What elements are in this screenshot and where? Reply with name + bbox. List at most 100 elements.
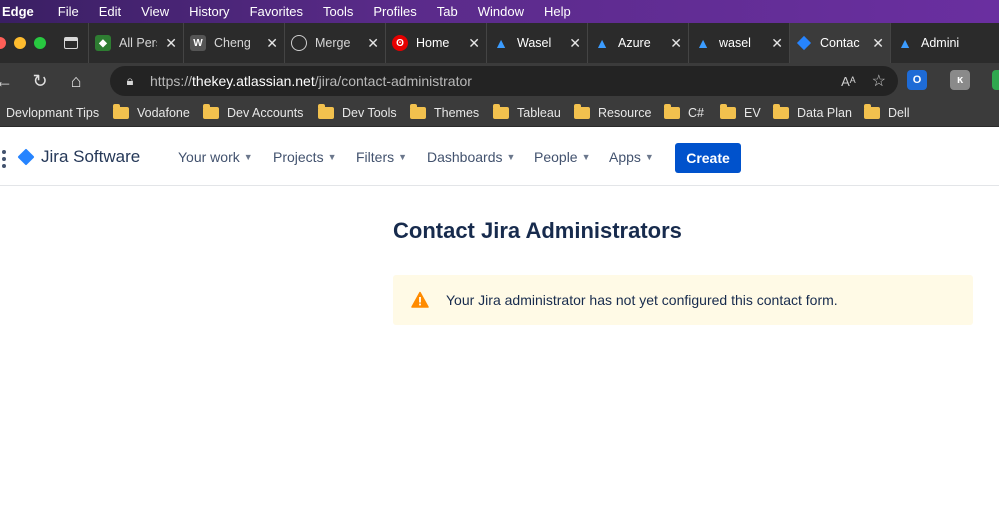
- tab-wasel-2[interactable]: ▲ wasel ✕: [688, 23, 789, 63]
- nav-filters[interactable]: Filters ▼: [356, 149, 407, 165]
- nav-label: Projects: [273, 149, 324, 165]
- menu-tab[interactable]: Tab: [427, 4, 468, 19]
- github-icon: [291, 35, 307, 51]
- folder-icon: [113, 103, 129, 119]
- minimize-window-button[interactable]: [14, 37, 26, 49]
- bookmark-csharp[interactable]: C#: [664, 103, 704, 120]
- tab-wasel[interactable]: ▲ Wasel ✕: [486, 23, 587, 63]
- folder-icon: [318, 103, 334, 119]
- bookmark-label: Dev Tools: [342, 105, 397, 120]
- tab-title: Cheng: [214, 36, 251, 50]
- folder-icon: [720, 103, 736, 119]
- read-aloud-icon[interactable]: Aᴬ: [841, 74, 856, 89]
- menu-window[interactable]: Window: [468, 4, 534, 19]
- menu-history[interactable]: History: [179, 4, 239, 19]
- bookmark-dev-tools[interactable]: Dev Tools: [318, 103, 397, 120]
- warning-banner: Your Jira administrator has not yet conf…: [393, 275, 973, 325]
- bookmark-devlopmant-tips[interactable]: Devlopmant Tips: [6, 106, 99, 120]
- vodafone-icon: ʘ: [392, 35, 408, 51]
- menu-edit[interactable]: Edit: [89, 4, 131, 19]
- back-arrow-icon[interactable]: ←: [0, 63, 22, 99]
- add-favorite-icon[interactable]: ☆: [872, 71, 886, 91]
- tab-title: All Pers: [119, 36, 157, 50]
- bookmark-ev[interactable]: EV: [720, 103, 761, 120]
- create-button[interactable]: Create: [675, 143, 741, 173]
- chevron-down-icon: ▼: [581, 152, 591, 162]
- w-icon: W: [190, 35, 206, 51]
- nav-your-work[interactable]: Your work ▼: [178, 149, 253, 165]
- address-bar-actions: Aᴬ ☆: [841, 66, 886, 96]
- tab-azure[interactable]: ▲ Azure ✕: [587, 23, 688, 63]
- tab-cheng[interactable]: W Cheng ✕: [183, 23, 284, 63]
- tab-all-pers[interactable]: ◆ All Pers ✕: [88, 23, 183, 63]
- tab-admini[interactable]: ▲ Admini: [890, 23, 982, 63]
- nav-apps[interactable]: Apps ▼: [609, 149, 654, 165]
- bookmark-vodafone[interactable]: Vodafone: [113, 103, 190, 120]
- menu-view[interactable]: View: [131, 4, 179, 19]
- azure-icon: ▲: [595, 35, 609, 51]
- close-icon[interactable]: ✕: [872, 35, 884, 52]
- nav-label: Your work: [178, 149, 240, 165]
- bookmark-label: Data Plan: [797, 105, 852, 120]
- bookmark-label: Tableau: [517, 105, 561, 120]
- nav-projects[interactable]: Projects ▼: [273, 149, 337, 165]
- close-window-button[interactable]: [0, 37, 6, 49]
- nav-label: People: [534, 149, 578, 165]
- folder-icon: [574, 103, 590, 119]
- maximize-window-button[interactable]: [34, 37, 46, 49]
- menu-app-edge[interactable]: Edge: [0, 4, 48, 19]
- chevron-down-icon: ▼: [327, 152, 337, 162]
- extension-icon[interactable]: ĸ: [950, 70, 970, 90]
- jira-logo[interactable]: Jira Software: [17, 147, 140, 167]
- tab-title: Contac: [820, 36, 860, 50]
- nav-people[interactable]: People ▼: [534, 149, 591, 165]
- home-icon[interactable]: ⌂: [58, 63, 94, 99]
- close-icon[interactable]: ✕: [367, 35, 379, 52]
- tab-contact-active[interactable]: Contac ✕: [789, 23, 890, 63]
- browser-toolbar: ← ↻ ⌂ 🔒︎ https://thekey.atlassian.net/ji…: [0, 63, 999, 99]
- address-url[interactable]: https://thekey.atlassian.net/jira/contac…: [150, 73, 472, 89]
- close-icon[interactable]: ✕: [165, 35, 177, 52]
- chevron-down-icon: ▼: [398, 152, 408, 162]
- address-bar[interactable]: 🔒︎ https://thekey.atlassian.net/jira/con…: [110, 66, 898, 96]
- azure-icon: ▲: [696, 35, 710, 51]
- close-icon[interactable]: ✕: [468, 35, 480, 52]
- chevron-down-icon: ▼: [243, 152, 253, 162]
- bookmark-resource[interactable]: Resource: [574, 103, 652, 120]
- bookmark-themes[interactable]: Themes: [410, 103, 479, 120]
- menu-profiles[interactable]: Profiles: [363, 4, 426, 19]
- outlook-extension-icon[interactable]: O: [907, 70, 927, 90]
- bookmark-label: Devlopmant Tips: [6, 105, 100, 120]
- app-switcher-icon[interactable]: [2, 150, 6, 168]
- jira-icon: [796, 35, 812, 51]
- bookmark-dell[interactable]: Dell: [864, 103, 910, 120]
- menu-file[interactable]: File: [48, 4, 89, 19]
- bookmark-label: Dev Accounts: [227, 105, 304, 120]
- refresh-icon[interactable]: ↻: [22, 63, 58, 99]
- folder-icon: [493, 103, 509, 119]
- menu-favorites[interactable]: Favorites: [240, 4, 313, 19]
- folder-icon: [664, 103, 680, 119]
- bookmark-tableau[interactable]: Tableau: [493, 103, 561, 120]
- tab-title: Wasel: [517, 36, 552, 50]
- close-icon[interactable]: ✕: [771, 35, 783, 52]
- tab-merge[interactable]: Merge ✕: [284, 23, 385, 63]
- bookmark-label: Dell: [888, 105, 910, 120]
- tab-actions-icon[interactable]: [54, 23, 88, 63]
- url-path: /jira/contact-administrator: [314, 73, 472, 89]
- close-icon[interactable]: ✕: [670, 35, 682, 52]
- tab-title: Azure: [618, 36, 651, 50]
- menu-tools[interactable]: Tools: [313, 4, 363, 19]
- folder-icon: [864, 103, 880, 119]
- bookmark-label: EV: [744, 105, 761, 120]
- extension-icon-2[interactable]: [992, 70, 999, 90]
- menu-help[interactable]: Help: [534, 4, 581, 19]
- tab-home[interactable]: ʘ Home ✕: [385, 23, 486, 63]
- chevron-down-icon: ▼: [644, 152, 654, 162]
- close-icon[interactable]: ✕: [569, 35, 581, 52]
- close-icon[interactable]: ✕: [266, 35, 278, 52]
- nav-dashboards[interactable]: Dashboards ▼: [427, 149, 515, 165]
- bookmark-data-plan[interactable]: Data Plan: [773, 103, 852, 120]
- bookmark-dev-accounts[interactable]: Dev Accounts: [203, 103, 304, 120]
- warning-icon: [411, 291, 429, 309]
